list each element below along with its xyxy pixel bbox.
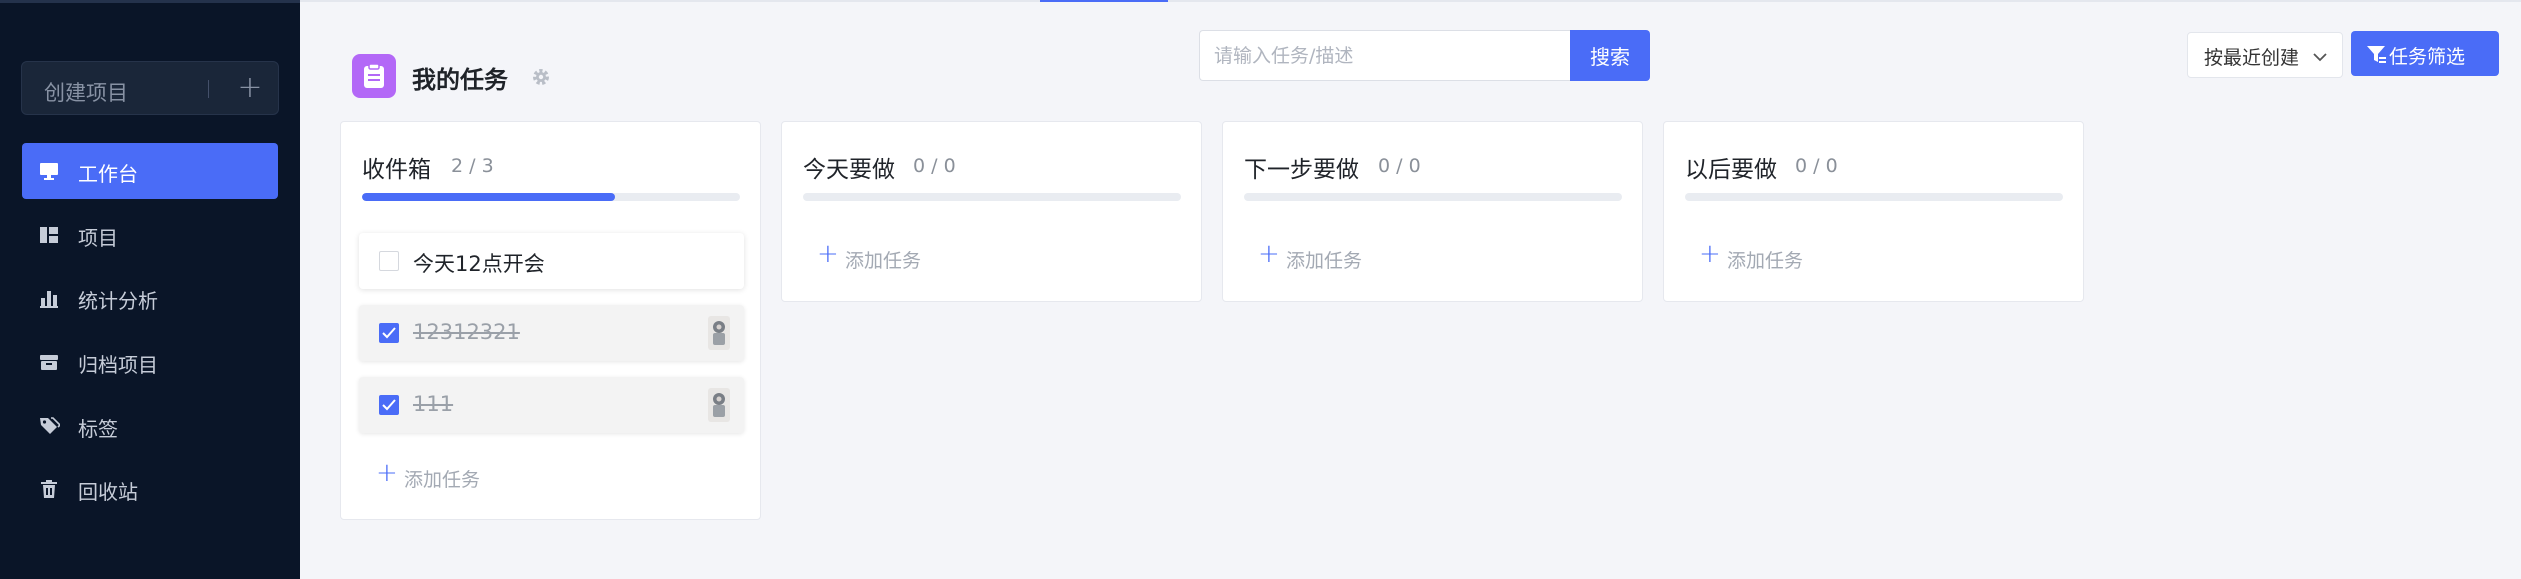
column-progress-fill xyxy=(362,193,616,201)
sidebar-item-label: 项目 xyxy=(78,226,118,250)
column-count: 0 / 0 xyxy=(913,155,956,177)
sidebar-item-label: 标签 xyxy=(78,417,118,441)
sidebar-item-workbench[interactable]: 工作台 xyxy=(22,143,278,199)
sidebar-item-label: 归档项目 xyxy=(78,353,158,377)
column-progress-bar xyxy=(1244,193,1622,201)
task-card[interactable]: 111 xyxy=(359,377,744,433)
column-count: 2 / 3 xyxy=(451,155,494,177)
top-tab-indicator xyxy=(1040,0,1168,2)
column-title: 以后要做 xyxy=(1685,157,1777,183)
sort-select[interactable]: 按最近创建 xyxy=(2187,32,2343,78)
task-filter-button[interactable]: 任务筛选 xyxy=(2351,31,2499,76)
create-project-label: 创建项目 xyxy=(44,81,128,105)
task-title: 今天12点开会 xyxy=(413,252,545,276)
column-title: 下一步要做 xyxy=(1244,157,1359,183)
column-inbox: 收件箱 2 / 3 今天12点开会 12312321 111 + 添加任务 xyxy=(340,121,761,520)
add-task-label: 添加任务 xyxy=(404,469,481,491)
gear-icon[interactable] xyxy=(530,66,552,88)
sidebar-top-border xyxy=(0,0,300,3)
clipboard-icon xyxy=(352,54,396,98)
column-title: 今天要做 xyxy=(803,157,895,183)
create-project-plus-button[interactable]: + xyxy=(235,73,265,104)
column-later: 以后要做 0 / 0 + 添加任务 xyxy=(1663,121,2084,302)
plus-icon: + xyxy=(376,458,398,488)
task-checkbox[interactable] xyxy=(379,323,399,343)
filter-icon xyxy=(2365,43,2387,65)
create-project-divider xyxy=(208,80,209,98)
filter-button-label: 任务筛选 xyxy=(2389,46,2466,68)
board-icon xyxy=(38,224,60,246)
task-card[interactable]: 12312321 xyxy=(359,305,744,361)
add-task-label: 添加任务 xyxy=(845,250,922,272)
column-next: 下一步要做 0 / 0 + 添加任务 xyxy=(1222,121,1643,302)
column-count: 0 / 0 xyxy=(1378,155,1421,177)
task-title: 111 xyxy=(413,392,454,416)
sort-selected-label: 按最近创建 xyxy=(2204,47,2300,69)
task-checkbox[interactable] xyxy=(379,395,399,415)
column-title: 收件箱 xyxy=(362,157,431,183)
sidebar-item-label: 回收站 xyxy=(78,480,138,504)
bar-chart-icon xyxy=(38,287,60,309)
sidebar-item-tags[interactable]: 标签 xyxy=(22,398,278,454)
plus-icon: + xyxy=(817,239,839,269)
tags-icon xyxy=(38,415,60,437)
chevron-down-icon xyxy=(2312,49,2328,63)
plus-icon: + xyxy=(1699,239,1721,269)
search-button[interactable]: 搜索 xyxy=(1570,30,1650,81)
create-project-box[interactable]: 创建项目 + xyxy=(21,61,279,115)
sidebar: 创建项目 + 工作台 项目 统计分析 归档项目 标签 回收站 xyxy=(0,0,300,579)
column-count: 0 / 0 xyxy=(1795,155,1838,177)
top-border xyxy=(300,0,2521,2)
add-task-label: 添加任务 xyxy=(1286,250,1363,272)
sidebar-item-label: 统计分析 xyxy=(78,289,158,313)
page-title: 我的任务 xyxy=(412,66,508,94)
archive-box-icon xyxy=(38,351,60,373)
column-today: 今天要做 0 / 0 + 添加任务 xyxy=(781,121,1202,302)
search-input[interactable] xyxy=(1199,30,1571,81)
add-task-label: 添加任务 xyxy=(1727,250,1804,272)
column-progress-bar xyxy=(1685,193,2063,201)
sidebar-item-label: 工作台 xyxy=(78,162,138,186)
avatar xyxy=(708,316,730,350)
monitor-icon xyxy=(38,160,60,182)
task-checkbox[interactable] xyxy=(379,251,399,271)
task-card[interactable]: 今天12点开会 xyxy=(359,233,744,289)
task-title: 12312321 xyxy=(413,320,520,344)
sidebar-item-projects[interactable]: 项目 xyxy=(22,207,278,263)
sidebar-item-statistics[interactable]: 统计分析 xyxy=(22,270,278,326)
column-progress-bar xyxy=(362,193,740,201)
avatar xyxy=(708,388,730,422)
trash-icon xyxy=(38,478,60,500)
column-progress-bar xyxy=(803,193,1181,201)
sidebar-item-archived[interactable]: 归档项目 xyxy=(22,334,278,390)
sidebar-item-recycle-bin[interactable]: 回收站 xyxy=(22,461,278,517)
plus-icon: + xyxy=(1258,239,1280,269)
